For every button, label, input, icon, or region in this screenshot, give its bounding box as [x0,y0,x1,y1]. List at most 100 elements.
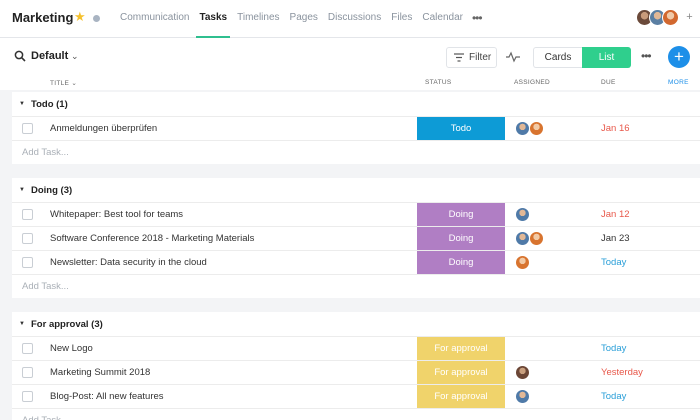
assignee-avatars[interactable] [515,207,530,222]
task-title[interactable]: Marketing Summit 2018 [50,367,150,378]
filter-label: Filter [469,52,492,63]
task-title[interactable]: Whitepaper: Best tool for teams [50,209,183,220]
due-date[interactable]: Today [601,391,626,402]
activity-icon[interactable] [506,51,520,63]
top-bar: Marketing ★ Communication Tasks Timelines P… [0,0,700,38]
column-more[interactable]: MORE [668,79,689,86]
task-checkbox[interactable] [22,343,33,354]
table-row[interactable]: Anmeldungen überprüfen Todo Jan 16 [12,116,700,140]
due-date[interactable]: Yesterday [601,367,643,378]
chevron-down-icon: ⌄ [71,80,78,87]
task-group: ▼ For approval (3) New Logo For approval Tod… [12,312,700,420]
task-checkbox[interactable] [22,123,33,134]
task-group-header[interactable]: ▼ For approval (3) [12,312,700,336]
table-row[interactable]: Newsletter: Data security in the cloud Do… [12,250,700,274]
due-date[interactable]: Jan 16 [601,123,630,134]
task-group-title: For approval (3) [31,319,103,330]
avatar[interactable] [529,121,544,136]
avatar[interactable] [515,365,530,380]
status-badge[interactable]: Doing [417,251,505,274]
avatar[interactable] [515,389,530,404]
due-date[interactable]: Jan 23 [601,233,630,244]
table-row[interactable]: Software Conference 2018 - Marketing Mat… [12,226,700,250]
task-checkbox[interactable] [22,257,33,268]
task-checkbox[interactable] [22,209,33,220]
due-date[interactable]: Today [601,257,626,268]
chevron-down-icon[interactable]: ⌄ [71,51,79,62]
task-group-title: Todo (1) [31,99,68,110]
add-task-input[interactable]: Add Task... [12,274,700,298]
assignee-avatars[interactable] [515,121,544,136]
column-assigned[interactable]: ASSIGNED [514,79,550,86]
status-badge[interactable]: Doing [417,203,505,226]
avatar [662,9,679,26]
status-badge[interactable]: For approval [417,361,505,384]
task-group-title: Doing (3) [31,185,73,196]
caret-down-icon[interactable]: ▼ [19,101,25,107]
avatar[interactable] [515,207,530,222]
caret-down-icon[interactable]: ▼ [19,187,25,193]
add-task-input[interactable]: Add Task... [12,140,700,164]
caret-down-icon[interactable]: ▼ [19,321,25,327]
avatar[interactable] [529,231,544,246]
task-title[interactable]: Software Conference 2018 - Marketing Mat… [50,233,254,244]
due-date[interactable]: Jan 12 [601,209,630,220]
task-checkbox[interactable] [22,233,33,244]
tab-communication[interactable]: Communication [117,0,192,38]
column-header: TITLE ⌄ STATUS ASSIGNED DUE MORE [0,76,700,90]
task-group-header[interactable]: ▼ Todo (1) [12,92,700,116]
add-task-input[interactable]: Add Task... [12,408,700,420]
table-row[interactable]: New Logo For approval Today [12,336,700,360]
project-title: Marketing [12,10,74,25]
table-row[interactable]: Whitepaper: Best tool for teams Doing Jan … [12,202,700,226]
task-title[interactable]: Anmeldungen überprüfen [50,123,157,134]
assignee-avatars[interactable] [515,231,544,246]
assignee-avatars[interactable] [515,389,530,404]
task-checkbox[interactable] [22,391,33,402]
add-task-button[interactable]: + [668,46,690,68]
task-group: ▼ Doing (3) Whitepaper: Best tool for team… [12,178,700,298]
list-view-button[interactable]: List [582,47,631,68]
avatar[interactable] [515,231,530,246]
column-title[interactable]: TITLE ⌄ [50,79,77,87]
tab-pages[interactable]: Pages [287,0,321,38]
status-badge[interactable]: For approval [417,337,505,360]
more-options-icon[interactable]: ••• [641,49,652,63]
table-row[interactable]: Marketing Summit 2018 For approval Yesterd… [12,360,700,384]
task-title[interactable]: Newsletter: Data security in the cloud [50,257,207,268]
due-date[interactable]: Today [601,343,626,354]
avatar[interactable] [515,121,530,136]
toolbar: Default ⌄ Filter Cards List ••• + [0,38,700,76]
task-checkbox[interactable] [22,367,33,378]
cards-view-button[interactable]: Cards [533,47,582,68]
tab-discussions[interactable]: Discussions [325,0,384,38]
tab-timelines[interactable]: Timelines [234,0,282,38]
nav-more-icon[interactable]: ••• [470,0,483,38]
avatar[interactable] [515,255,530,270]
column-status[interactable]: STATUS [425,79,451,86]
tab-files[interactable]: Files [388,0,415,38]
project-status-dot [93,15,100,22]
project-nav: Communication Tasks Timelines Pages Discussi… [117,0,483,38]
tab-tasks[interactable]: Tasks [196,0,231,38]
task-group-header[interactable]: ▼ Doing (3) [12,178,700,202]
table-row[interactable]: Blog-Post: All new features For approval T… [12,384,700,408]
search-icon[interactable] [14,50,26,62]
star-icon[interactable]: ★ [74,10,86,24]
task-title[interactable]: New Logo [50,343,93,354]
status-badge[interactable]: Doing [417,227,505,250]
view-selector[interactable]: Default [31,50,68,62]
status-badge[interactable]: Todo [417,117,505,140]
member-avatars[interactable]: + [636,9,698,26]
task-group: ▼ Todo (1) Anmeldungen überprüfen Todo Jan 1… [12,92,700,164]
tab-calendar[interactable]: Calendar [419,0,466,38]
column-title-label: TITLE [50,80,70,87]
assignee-avatars[interactable] [515,365,530,380]
filter-button[interactable]: Filter [446,47,497,68]
filter-icon [454,53,464,62]
column-due[interactable]: DUE [601,79,616,86]
status-badge[interactable]: For approval [417,385,505,408]
task-title[interactable]: Blog-Post: All new features [50,391,164,402]
assignee-avatars[interactable] [515,255,530,270]
add-member-icon[interactable]: + [681,9,698,26]
